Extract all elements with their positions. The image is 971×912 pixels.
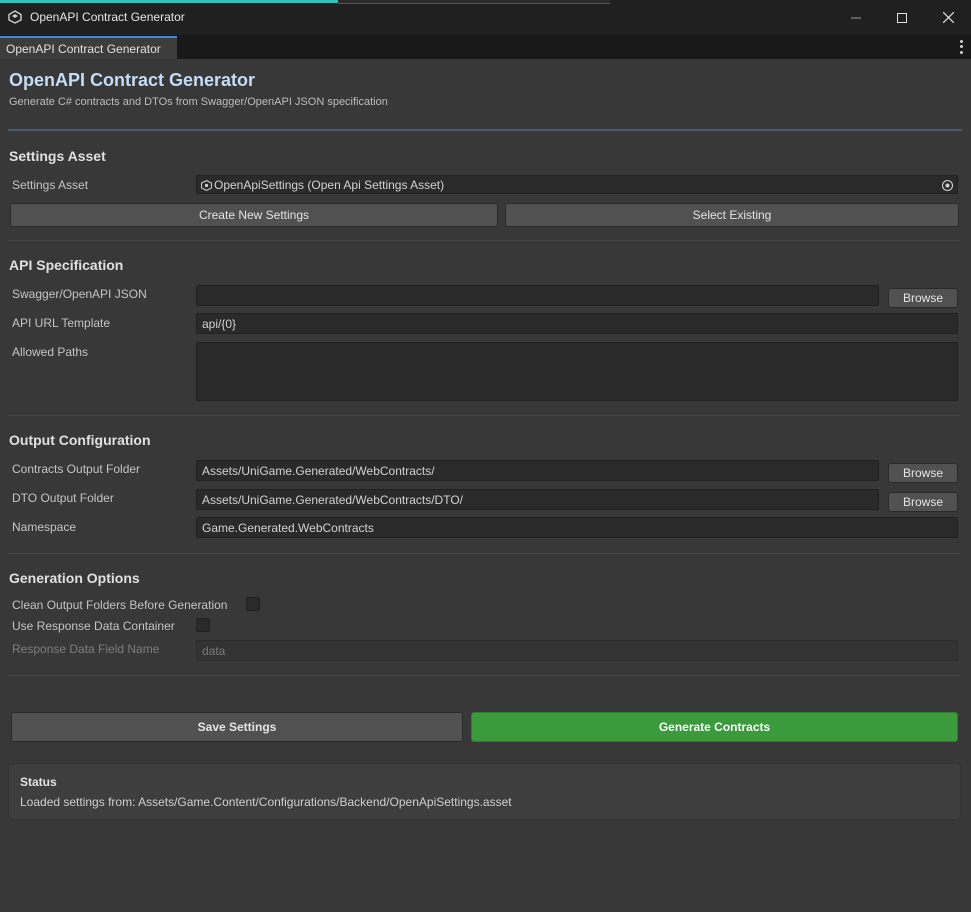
window-title: OpenAPI Contract Generator xyxy=(30,10,185,24)
create-new-settings-button[interactable]: Create New Settings xyxy=(10,203,498,227)
object-picker-icon[interactable] xyxy=(941,179,954,192)
clean-folders-checkbox[interactable] xyxy=(246,597,260,611)
background-tab xyxy=(338,0,610,4)
status-title: Status xyxy=(20,775,57,789)
maximize-icon xyxy=(897,12,907,23)
api-url-label: API URL Template xyxy=(12,316,111,330)
settings-asset-value: OpenApiSettings (Open Api Settings Asset… xyxy=(214,178,445,192)
titlebar-accent xyxy=(0,0,338,3)
status-panel: Status Loaded settings from: Assets/Game… xyxy=(8,763,961,820)
tab-strip: OpenAPI Contract Generator xyxy=(0,35,971,59)
settings-asset-object-field[interactable]: OpenApiSettings (Open Api Settings Asset… xyxy=(196,175,958,194)
browse-json-button[interactable]: Browse xyxy=(888,288,958,308)
section-divider xyxy=(8,240,960,241)
status-message: Loaded settings from: Assets/Game.Conten… xyxy=(20,795,512,809)
close-icon xyxy=(942,12,954,23)
page-title: OpenAPI Contract Generator xyxy=(9,70,256,90)
use-container-checkbox[interactable] xyxy=(196,618,210,632)
clean-folders-label: Clean Output Folders Before Generation xyxy=(12,598,228,612)
maximize-button[interactable] xyxy=(879,0,925,35)
section-divider xyxy=(8,675,960,676)
minimize-button[interactable] xyxy=(833,0,879,35)
dto-folder-input[interactable] xyxy=(196,489,879,510)
allowed-paths-textarea[interactable] xyxy=(196,342,958,401)
browse-dto-button[interactable]: Browse xyxy=(888,492,958,512)
close-button[interactable] xyxy=(925,0,971,35)
scriptable-object-icon xyxy=(201,180,212,191)
browse-contracts-button[interactable]: Browse xyxy=(888,463,958,483)
tab-openapi-generator[interactable]: OpenAPI Contract Generator xyxy=(0,36,177,59)
minimize-icon xyxy=(851,17,861,18)
field-name-label: Response Data Field Name xyxy=(12,642,160,656)
select-existing-button[interactable]: Select Existing xyxy=(505,203,959,227)
unity-app-icon xyxy=(8,10,22,24)
allowed-paths-label: Allowed Paths xyxy=(12,345,89,359)
field-name-input[interactable] xyxy=(196,640,958,661)
contracts-folder-input[interactable] xyxy=(196,460,879,481)
settings-asset-label: Settings Asset xyxy=(12,178,89,192)
page-subtitle: Generate C# contracts and DTOs from Swag… xyxy=(9,96,388,108)
api-spec-section-title: API Specification xyxy=(9,257,124,273)
window-titlebar: OpenAPI Contract Generator xyxy=(0,0,971,35)
swagger-json-input[interactable] xyxy=(196,285,879,306)
section-divider xyxy=(8,553,960,554)
swagger-json-label: Swagger/OpenAPI JSON xyxy=(12,287,147,301)
output-section-title: Output Configuration xyxy=(9,432,151,448)
api-url-input[interactable] xyxy=(196,313,958,334)
dto-folder-label: DTO Output Folder xyxy=(12,491,114,505)
generation-section-title: Generation Options xyxy=(9,570,140,586)
namespace-input[interactable] xyxy=(196,517,958,538)
namespace-label: Namespace xyxy=(12,520,77,534)
more-options-icon[interactable] xyxy=(957,39,965,55)
use-container-label: Use Response Data Container xyxy=(12,619,175,633)
header-divider xyxy=(8,129,962,131)
settings-asset-section-title: Settings Asset xyxy=(9,148,106,164)
generate-contracts-button[interactable]: Generate Contracts xyxy=(471,712,958,742)
contracts-folder-label: Contracts Output Folder xyxy=(12,462,141,476)
section-divider xyxy=(8,415,960,416)
save-settings-button[interactable]: Save Settings xyxy=(11,712,463,742)
